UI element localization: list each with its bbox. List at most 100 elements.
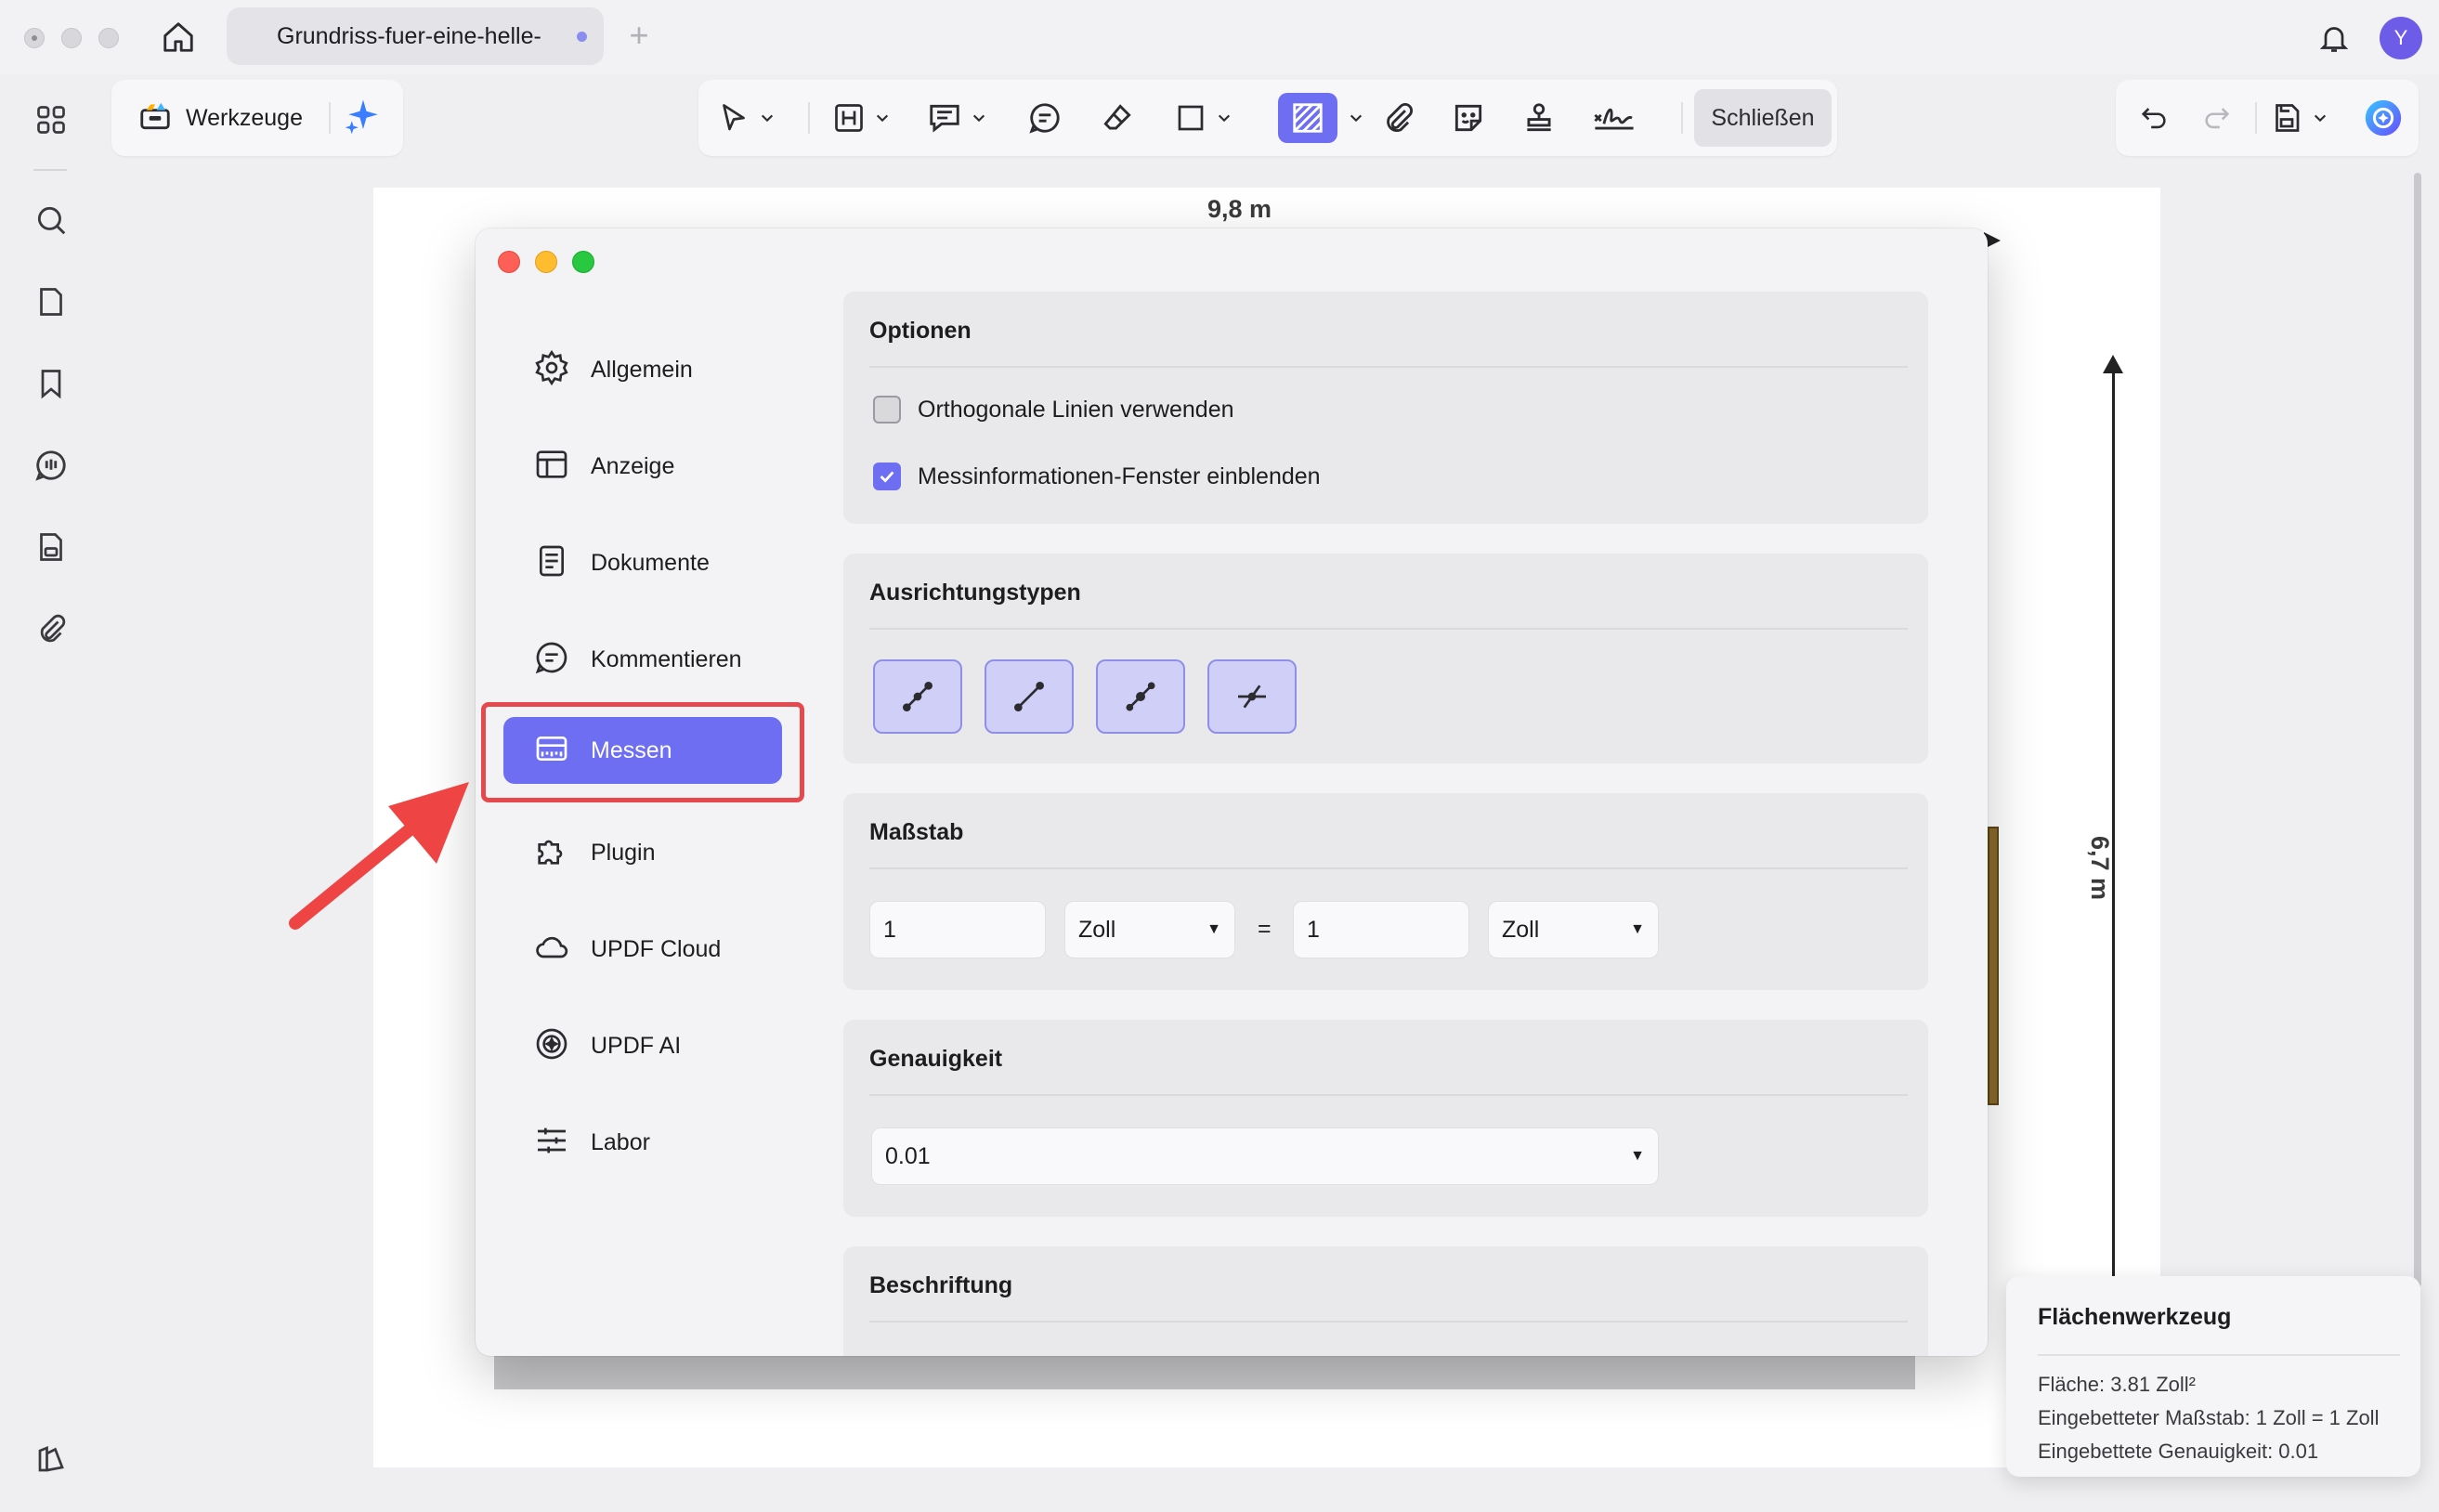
document-tab[interactable]: Grundriss-fuer-eine-helle-	[227, 7, 604, 65]
show-measure-info-option[interactable]: Messinformationen-Fenster einblenden	[873, 463, 1321, 490]
nav-item-plugin[interactable]: Plugin	[503, 819, 782, 886]
attach-file-tool-button[interactable]	[1380, 97, 1415, 139]
floorplan-wall	[1988, 827, 1999, 1105]
shape-tool-button[interactable]	[1174, 97, 1232, 139]
nav-item-anzeige[interactable]: Anzeige	[503, 433, 782, 500]
snap-endpoint-button[interactable]	[873, 659, 962, 734]
highlight-tool-button[interactable]	[832, 97, 890, 139]
scale-left-value-input[interactable]: 1	[869, 901, 1046, 958]
title-bar: Grundriss-fuer-eine-helle- + Y	[0, 0, 2439, 74]
sticker-tool-button[interactable]	[1451, 97, 1486, 139]
nav-label: Plugin	[591, 839, 656, 866]
snap-line-button[interactable]	[985, 659, 1074, 734]
area-tool-chevron-down-icon[interactable]	[1345, 97, 1367, 139]
scale-section: Maßstab 1 Zoll ▼ = 1 Zoll ▼	[843, 793, 1928, 990]
info-embedded-scale: Eingebetteter Maßstab: 1 Zoll = 1 Zoll	[2038, 1406, 2380, 1429]
user-avatar[interactable]: Y	[2380, 17, 2422, 59]
signature-tool-button[interactable]	[1590, 97, 1638, 139]
ai-sparkle-icon[interactable]	[344, 97, 383, 140]
show-measure-info-checkbox[interactable]	[873, 463, 901, 490]
dialog-maximize-button[interactable]	[572, 251, 594, 273]
window-maximize-dot[interactable]	[98, 28, 119, 48]
text-comment-tool-button[interactable]	[927, 97, 986, 139]
close-tool-button[interactable]: Schließen	[1694, 89, 1832, 147]
scrollbar-thumb[interactable]	[2414, 173, 2421, 1287]
right-toolbar	[2116, 80, 2419, 156]
nav-label: Allgemein	[591, 356, 693, 383]
nav-item-updf-ai[interactable]: UPDF AI	[503, 1012, 782, 1079]
comments-panel-icon[interactable]	[28, 442, 74, 489]
theme-palette-icon[interactable]	[28, 1436, 74, 1482]
dialog-close-button[interactable]	[498, 251, 520, 273]
select-value: 0.01	[885, 1142, 931, 1169]
info-area: Fläche: 3.81 Zoll²	[2038, 1373, 2196, 1396]
select-tool-button[interactable]	[717, 97, 775, 139]
nav-label: Labor	[591, 1128, 650, 1155]
nav-item-kommentieren[interactable]: Kommentieren	[503, 626, 782, 693]
dropdown-caret-icon: ▼	[1206, 921, 1221, 937]
dimension-line-vertical	[2112, 364, 2115, 1293]
stamp-tool-button[interactable]	[1521, 97, 1557, 139]
thumbnails-grid-icon[interactable]	[28, 97, 74, 143]
nav-item-allgemein[interactable]: Allgemein	[503, 336, 782, 403]
pages-icon[interactable]	[28, 279, 74, 325]
area-measure-tool-button[interactable]	[1278, 93, 1337, 143]
new-tab-plus-icon[interactable]: +	[619, 15, 659, 56]
save-icon[interactable]	[2270, 97, 2328, 139]
dropdown-caret-icon: ▼	[1630, 1148, 1645, 1164]
home-icon[interactable]	[154, 17, 202, 58]
nav-label: Anzeige	[591, 452, 675, 479]
scale-left-unit-select[interactable]: Zoll ▼	[1064, 901, 1235, 958]
layout-icon	[533, 446, 570, 488]
dropdown-caret-icon: ▼	[1630, 921, 1645, 937]
snap-intersection-button[interactable]	[1207, 659, 1297, 734]
equals-sign: =	[1258, 916, 1272, 942]
checkbox-label: Orthogonale Linien verwenden	[918, 396, 1234, 423]
window-minimize-dot[interactable]	[61, 28, 82, 48]
undo-icon[interactable]	[2138, 97, 2170, 139]
nav-label: UPDF AI	[591, 1032, 682, 1059]
puzzle-icon	[533, 832, 570, 874]
dimension-label-top: 9,8 m	[1207, 195, 1272, 223]
section-title: Maßstab	[869, 819, 964, 845]
sidebar-divider	[33, 169, 67, 171]
section-divider	[869, 628, 1908, 630]
section-divider	[869, 867, 1908, 869]
sliders-icon	[533, 1122, 570, 1164]
bookmark-icon[interactable]	[28, 360, 74, 407]
attachment-icon[interactable]	[28, 606, 74, 652]
annotation-highlight-box	[481, 702, 804, 802]
dialog-minimize-button[interactable]	[535, 251, 557, 273]
search-icon[interactable]	[28, 197, 74, 243]
eraser-tool-button[interactable]	[1100, 97, 1135, 139]
precision-select[interactable]: 0.01 ▼	[871, 1127, 1659, 1185]
alignment-types-section: Ausrichtungstypen	[843, 554, 1928, 763]
nav-item-dokumente[interactable]: Dokumente	[503, 529, 782, 596]
redo-icon[interactable]	[2201, 97, 2233, 139]
section-title: Genauigkeit	[869, 1046, 1003, 1072]
info-panel-title: Flächenwerkzeug	[2038, 1304, 2232, 1330]
snap-midpoint-button[interactable]	[1096, 659, 1185, 734]
nav-item-updf-cloud[interactable]: UPDF Cloud	[503, 916, 782, 983]
tools-label: Werkzeuge	[186, 104, 303, 131]
select-value: Zoll	[1502, 916, 1540, 943]
scale-right-unit-select[interactable]: Zoll ▼	[1488, 901, 1659, 958]
annotation-toolbar: Schließen	[698, 80, 1837, 156]
form-icon[interactable]	[28, 524, 74, 570]
note-tool-button[interactable]	[1027, 97, 1063, 139]
section-divider	[869, 1094, 1908, 1096]
cloud-icon	[533, 929, 570, 971]
section-divider	[869, 366, 1908, 368]
unsaved-dot-icon	[577, 31, 587, 42]
section-title: Optionen	[869, 318, 972, 344]
dimension-arrowhead-icon	[2103, 355, 2123, 373]
orthogonal-lines-checkbox[interactable]	[873, 396, 901, 424]
nav-item-labor[interactable]: Labor	[503, 1109, 782, 1176]
updf-ai-assistant-icon[interactable]	[2361, 97, 2406, 139]
orthogonal-lines-option[interactable]: Orthogonale Linien verwenden	[873, 396, 1234, 424]
scale-right-value-input[interactable]: 1	[1293, 901, 1469, 958]
window-close-dot[interactable]	[24, 28, 45, 48]
toolbar-divider	[808, 102, 810, 134]
bell-icon[interactable]	[2313, 17, 2355, 59]
tools-menu-button[interactable]: Werkzeuge	[111, 80, 403, 156]
